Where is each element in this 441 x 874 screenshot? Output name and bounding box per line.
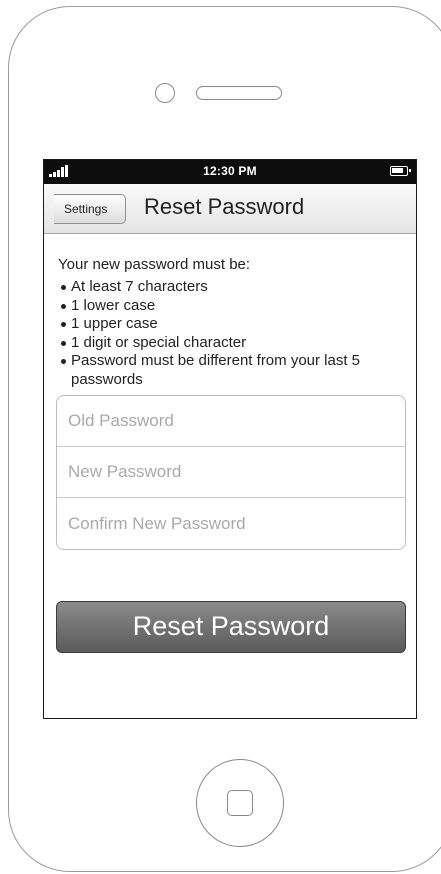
- reset-password-button[interactable]: Reset Password: [56, 601, 406, 653]
- home-square-icon: [227, 790, 253, 816]
- requirements-intro: Your new password must be:: [58, 256, 251, 273]
- battery-icon: [390, 166, 411, 176]
- back-button-label: Settings: [64, 202, 108, 216]
- requirement-item: At least 7 characters: [58, 278, 398, 297]
- requirements-list: At least 7 characters 1 lower case 1 upp…: [58, 278, 398, 389]
- status-bar: 12:30 PM: [44, 160, 416, 184]
- status-time: 12:30 PM: [203, 164, 257, 178]
- phone-screen: 12:30 PM Settings Reset Password Your ne…: [43, 159, 417, 719]
- page-title: Reset Password: [144, 194, 305, 219]
- password-fields-group: [56, 395, 406, 550]
- confirm-password-field[interactable]: [57, 498, 405, 549]
- camera-icon: [155, 83, 175, 103]
- new-password-field[interactable]: [57, 447, 405, 498]
- back-button-settings[interactable]: Settings: [54, 194, 126, 224]
- requirement-item: 1 lower case: [58, 297, 398, 316]
- requirement-item: 1 upper case: [58, 315, 398, 334]
- requirement-item: Password must be different from your las…: [58, 352, 398, 389]
- old-password-field[interactable]: [57, 396, 405, 447]
- requirement-item: 1 digit or special character: [58, 334, 398, 353]
- home-button[interactable]: [196, 759, 284, 847]
- navigation-bar: Settings Reset Password: [44, 184, 416, 234]
- speaker-grille: [196, 86, 282, 100]
